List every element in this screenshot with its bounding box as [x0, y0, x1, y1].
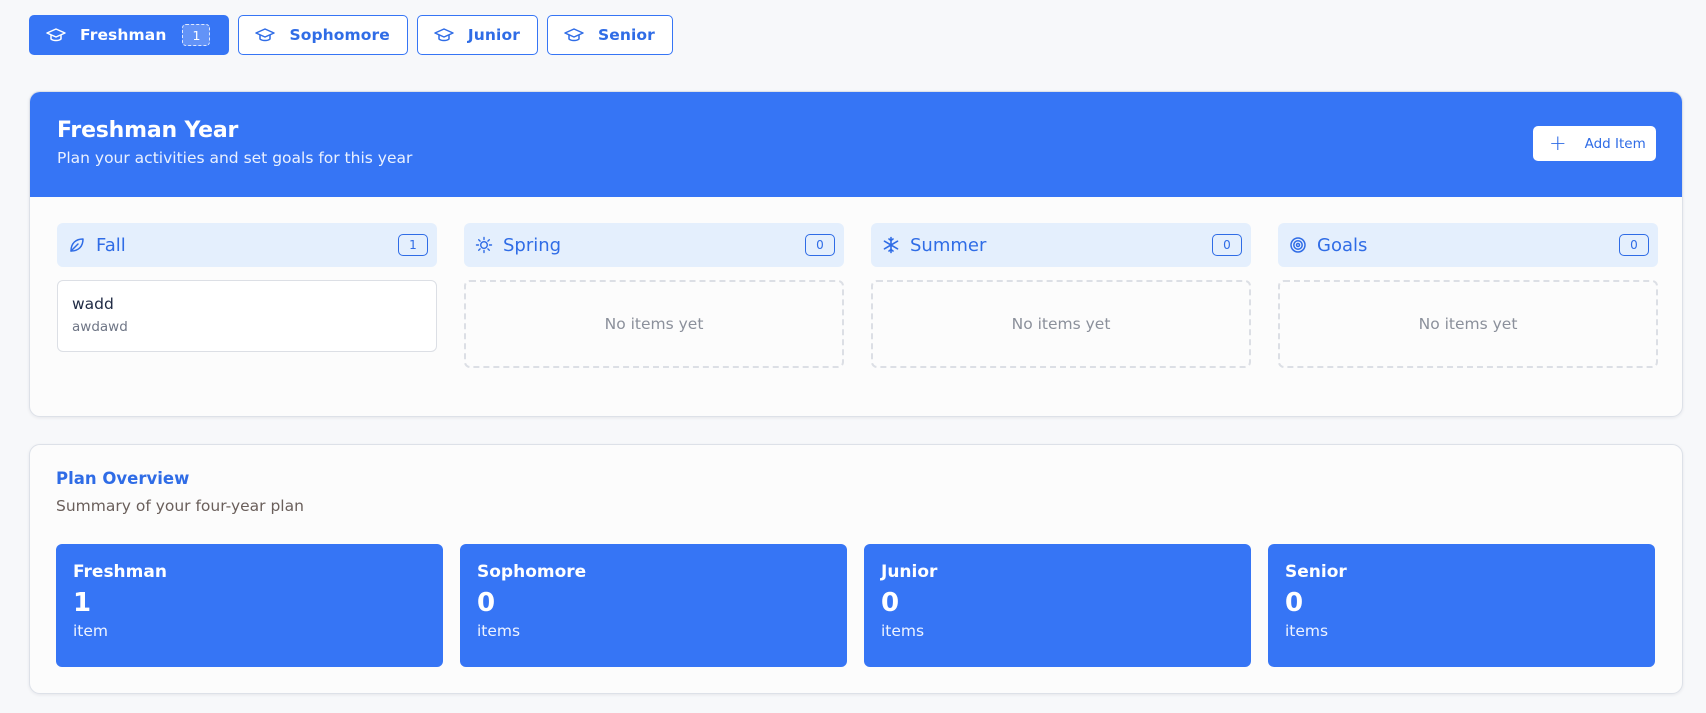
plan-item-card[interactable]: wadd awdawd [57, 280, 437, 352]
season-goals: Goals 0 No items yet [1278, 223, 1658, 368]
year-panel: Freshman Year Plan your activities and s… [29, 91, 1683, 417]
graduation-cap-icon [564, 28, 584, 42]
plus-icon: + [1549, 131, 1567, 155]
tab-label: Junior [467, 26, 520, 44]
season-columns: Fall 1 wadd awdawd Spring 0 No items yet [57, 223, 1658, 368]
season-header: Goals 0 [1278, 223, 1658, 267]
season-name: Fall [96, 234, 126, 256]
season-name: Goals [1317, 234, 1368, 256]
overview-card-sophomore: Sophomore 0 items [460, 544, 847, 667]
overview-year: Junior [881, 562, 938, 582]
leaf-icon [68, 236, 86, 254]
season-spring: Spring 0 No items yet [464, 223, 844, 368]
season-summer: Summer 0 No items yet [871, 223, 1251, 368]
graduation-cap-icon [434, 28, 454, 42]
overview-count: 0 [881, 588, 900, 618]
overview-unit: items [477, 621, 521, 640]
year-tabs: Freshman 1 Sophomore Junior Senior [29, 15, 673, 55]
season-count-badge: 0 [805, 234, 835, 256]
empty-state: No items yet [1278, 280, 1658, 368]
overview-year: Sophomore [477, 562, 587, 582]
tab-label: Freshman [80, 26, 167, 44]
tab-junior[interactable]: Junior [416, 15, 538, 55]
empty-state: No items yet [464, 280, 844, 368]
tab-label: Sophomore [289, 26, 390, 44]
tab-sophomore[interactable]: Sophomore [238, 15, 408, 55]
season-header: Fall 1 [57, 223, 437, 267]
overview-count: 0 [1285, 588, 1304, 618]
overview-card-junior: Junior 0 items [864, 544, 1251, 667]
add-item-button[interactable]: + Add Item [1533, 126, 1656, 161]
overview-cards: Freshman 1 item Sophomore 0 items Junior… [56, 544, 1655, 667]
overview-unit: item [73, 621, 109, 640]
overview-title: Plan Overview [56, 469, 190, 488]
overview-count: 1 [73, 588, 92, 618]
overview-year: Senior [1285, 562, 1347, 582]
tab-count-badge: 1 [182, 24, 211, 46]
year-title: Freshman Year [57, 118, 239, 143]
target-icon [1289, 236, 1307, 254]
overview-card-freshman: Freshman 1 item [56, 544, 443, 667]
overview-unit: items [881, 621, 925, 640]
item-title: wadd [72, 295, 114, 313]
sun-icon [475, 236, 493, 254]
graduation-cap-icon [255, 28, 276, 42]
overview-count: 0 [477, 588, 496, 618]
overview-year: Freshman [73, 562, 167, 582]
empty-state: No items yet [871, 280, 1251, 368]
season-count-badge: 0 [1619, 234, 1649, 256]
year-panel-header: Freshman Year Plan your activities and s… [30, 92, 1682, 197]
overview-subtitle: Summary of your four-year plan [56, 497, 304, 515]
item-description: awdawd [72, 319, 128, 335]
tab-freshman[interactable]: Freshman 1 [29, 15, 230, 55]
overview-card-senior: Senior 0 items [1268, 544, 1655, 667]
year-subtitle: Plan your activities and set goals for t… [57, 149, 413, 167]
season-fall: Fall 1 wadd awdawd [57, 223, 437, 368]
plan-overview: Plan Overview Summary of your four-year … [29, 444, 1683, 694]
tab-senior[interactable]: Senior [546, 15, 673, 55]
season-name: Spring [503, 234, 562, 256]
overview-unit: items [1285, 621, 1329, 640]
graduation-cap-icon [46, 28, 66, 42]
snowflake-icon [882, 236, 900, 254]
add-item-label: Add Item [1584, 135, 1646, 152]
season-count-badge: 1 [398, 234, 428, 256]
season-header: Summer 0 [871, 223, 1251, 267]
season-header: Spring 0 [464, 223, 844, 267]
season-name: Summer [910, 234, 987, 256]
season-count-badge: 0 [1212, 234, 1242, 256]
tab-label: Senior [597, 26, 655, 44]
